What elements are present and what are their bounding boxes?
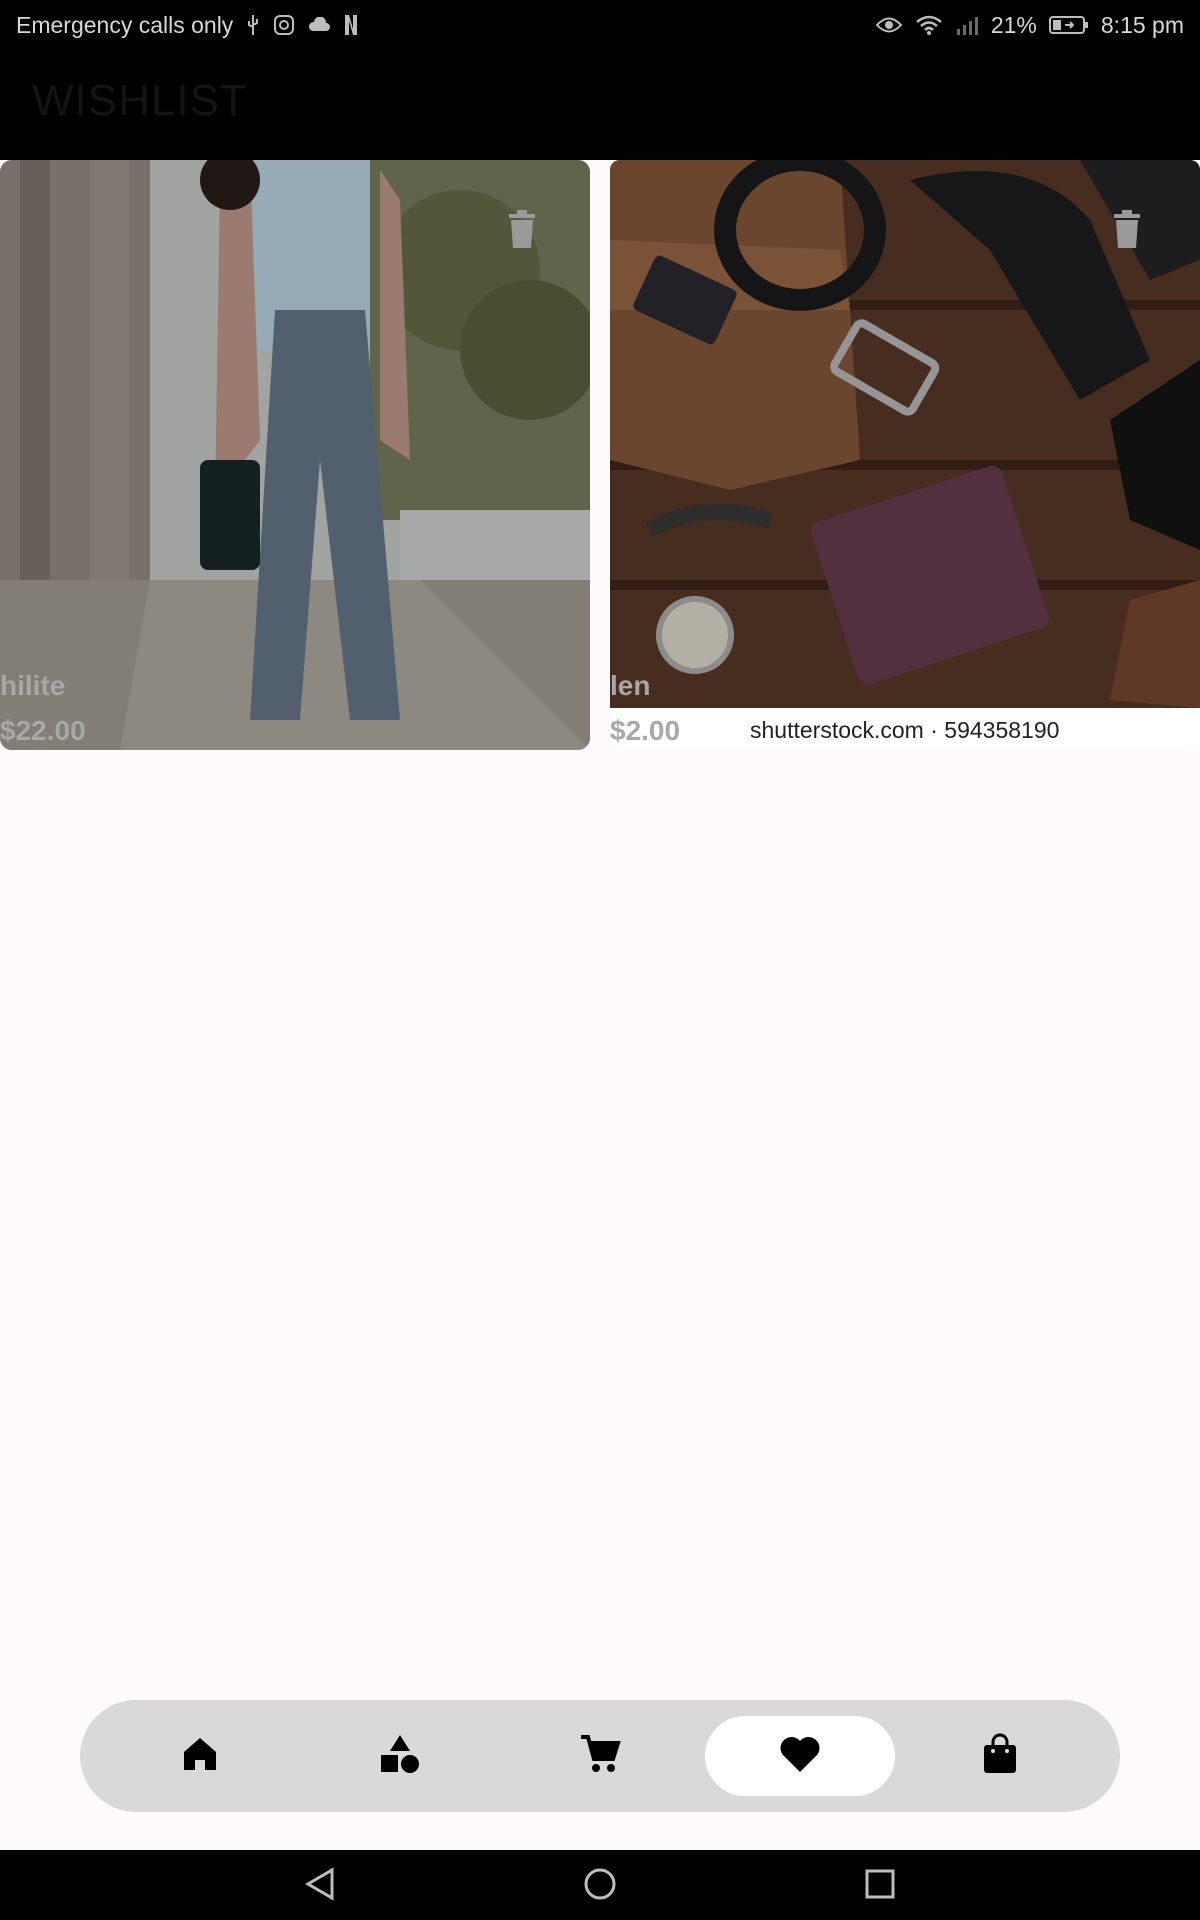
status-bar-right: 21% 8:15 pm — [875, 12, 1184, 39]
nav-cart[interactable] — [505, 1716, 695, 1796]
delete-icon[interactable] — [1110, 208, 1144, 250]
status-bar: Emergency calls only 21% 8:15 pm — [0, 0, 1200, 50]
app-bar: WISHLIST — [0, 50, 1200, 160]
product-name: len — [610, 670, 651, 701]
product-name: hilite — [0, 670, 66, 701]
bottom-nav — [80, 1700, 1120, 1812]
carrier-text: Emergency calls only — [16, 11, 234, 38]
eye-icon — [875, 16, 903, 34]
shopping-bag-icon — [982, 1733, 1018, 1780]
back-button[interactable] — [298, 1864, 342, 1908]
wishlist-card[interactable]: hilite $22.00 — [0, 160, 590, 750]
product-price: $22.00 — [0, 715, 86, 746]
signal-icon — [955, 13, 979, 37]
heart-icon — [779, 1735, 821, 1778]
image-overlay — [0, 160, 590, 750]
recents-icon — [863, 1867, 897, 1906]
netflix-icon — [343, 13, 359, 37]
clock: 8:15 pm — [1100, 11, 1184, 38]
home-button[interactable] — [578, 1864, 622, 1908]
nav-wishlist[interactable] — [705, 1716, 895, 1796]
product-price: $2.00 — [610, 715, 681, 746]
delete-icon[interactable] — [505, 208, 539, 250]
back-icon — [302, 1866, 338, 1907]
usb-icon — [245, 13, 261, 37]
status-bar-left: Emergency calls only — [16, 12, 359, 39]
nav-categories[interactable] — [305, 1716, 495, 1796]
categories-icon — [379, 1733, 421, 1780]
cart-icon — [579, 1733, 621, 1780]
nav-home[interactable] — [105, 1716, 295, 1796]
nav-bag[interactable] — [905, 1716, 1095, 1796]
battery-icon — [1048, 15, 1089, 35]
page-title: WISHLIST — [32, 76, 248, 125]
home-circle-icon — [582, 1866, 618, 1907]
wishlist-card[interactable]: len $2.00 shutterstock.com · 594358190 — [610, 160, 1200, 750]
instagram-icon — [273, 14, 295, 36]
cloud-icon — [307, 17, 331, 33]
home-icon — [180, 1734, 220, 1779]
image-watermark: shutterstock.com · 594358190 — [750, 717, 1060, 743]
wifi-icon — [915, 14, 943, 36]
recents-button[interactable] — [858, 1864, 902, 1908]
battery-percent: 21% — [990, 11, 1037, 38]
system-nav-bar — [0, 1850, 1200, 1920]
